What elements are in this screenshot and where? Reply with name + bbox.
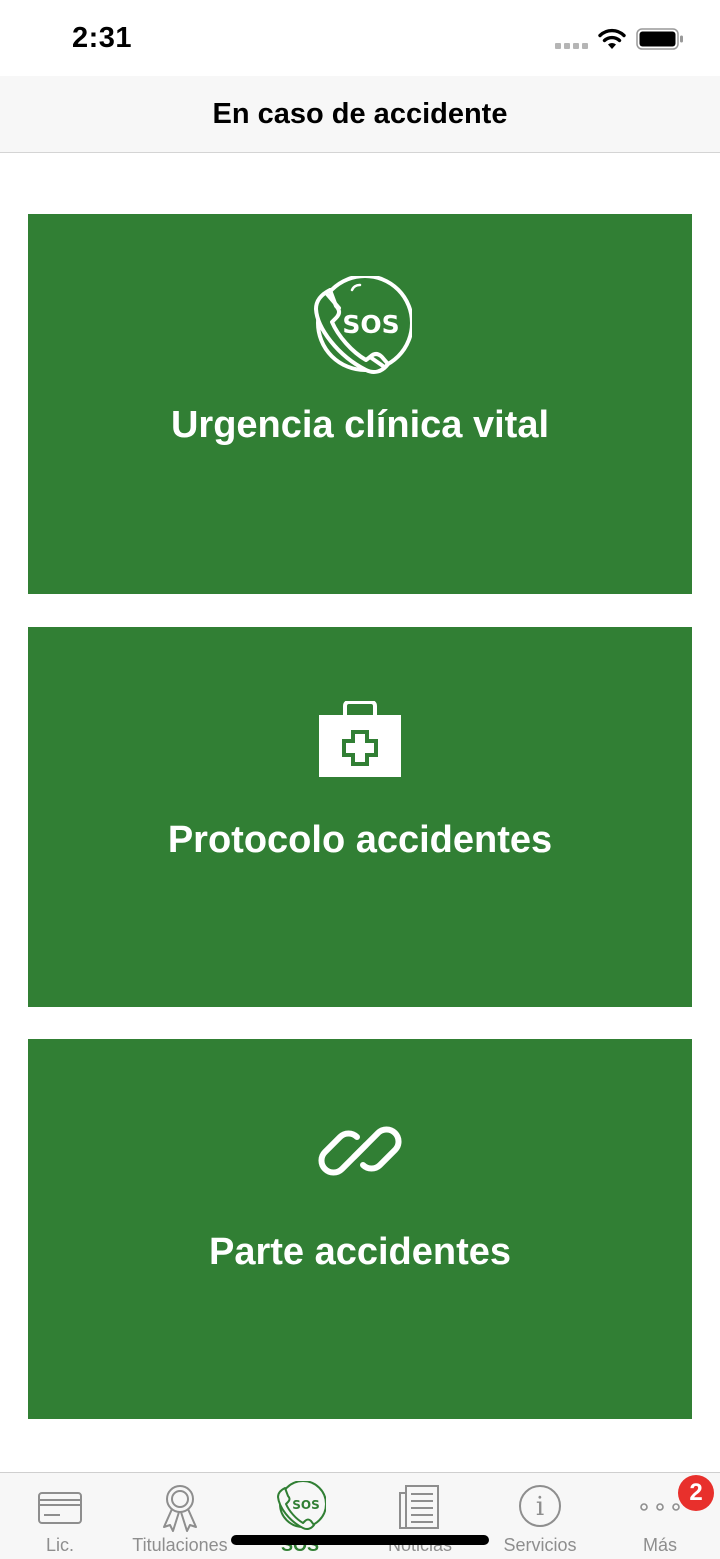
info-icon: i bbox=[519, 1485, 561, 1527]
sos-phone-icon: SOS bbox=[277, 1481, 326, 1530]
parte-accidentes-button[interactable]: Parte accidentes bbox=[28, 1039, 692, 1419]
award-ribbon-icon bbox=[163, 1485, 197, 1532]
home-indicator bbox=[231, 1535, 489, 1545]
tab-sos[interactable]: SOS SOS bbox=[240, 1473, 360, 1559]
link-icon bbox=[318, 1126, 402, 1176]
tab-label: Lic. bbox=[45, 1535, 74, 1555]
tab-bar: Lic. Titulaciones SOS SOS Noticias i Ser… bbox=[0, 1472, 720, 1559]
tab-servicios[interactable]: i Servicios bbox=[480, 1473, 600, 1559]
wifi-icon bbox=[598, 28, 626, 49]
card-label: Protocolo accidentes bbox=[167, 819, 553, 861]
first-aid-kit-icon bbox=[319, 701, 401, 777]
navigation-bar: En caso de accidente bbox=[0, 76, 720, 153]
card-label: Urgencia clínica vital bbox=[170, 404, 550, 446]
page-title: En caso de accidente bbox=[212, 97, 508, 130]
license-card-icon bbox=[38, 1492, 82, 1524]
tab-lic[interactable]: Lic. bbox=[0, 1473, 120, 1559]
sos-phone-icon: SOS bbox=[314, 276, 412, 374]
tab-label: Servicios bbox=[503, 1535, 577, 1555]
tab-noticias[interactable]: Noticias bbox=[360, 1473, 480, 1559]
svg-text:i: i bbox=[536, 1492, 544, 1522]
card-label: Parte accidentes bbox=[208, 1231, 512, 1273]
svg-text:SOS: SOS bbox=[342, 310, 399, 339]
newspaper-icon bbox=[399, 1485, 439, 1529]
tab-label: Más bbox=[642, 1535, 677, 1555]
urgencia-clinica-vital-button[interactable]: SOS Urgencia clínica vital bbox=[28, 214, 692, 594]
protocolo-accidentes-button[interactable]: Protocolo accidentes bbox=[28, 627, 692, 1007]
svg-text:SOS: SOS bbox=[292, 1498, 320, 1512]
tab-titulaciones[interactable]: Titulaciones bbox=[120, 1473, 240, 1559]
status-time: 2:31 bbox=[72, 22, 133, 54]
tab-label: Titulaciones bbox=[132, 1535, 228, 1555]
cellular-signal-icon bbox=[555, 43, 588, 49]
status-bar: 2:31 bbox=[0, 0, 720, 76]
notification-badge: 2 bbox=[678, 1475, 714, 1511]
battery-icon bbox=[636, 28, 683, 50]
